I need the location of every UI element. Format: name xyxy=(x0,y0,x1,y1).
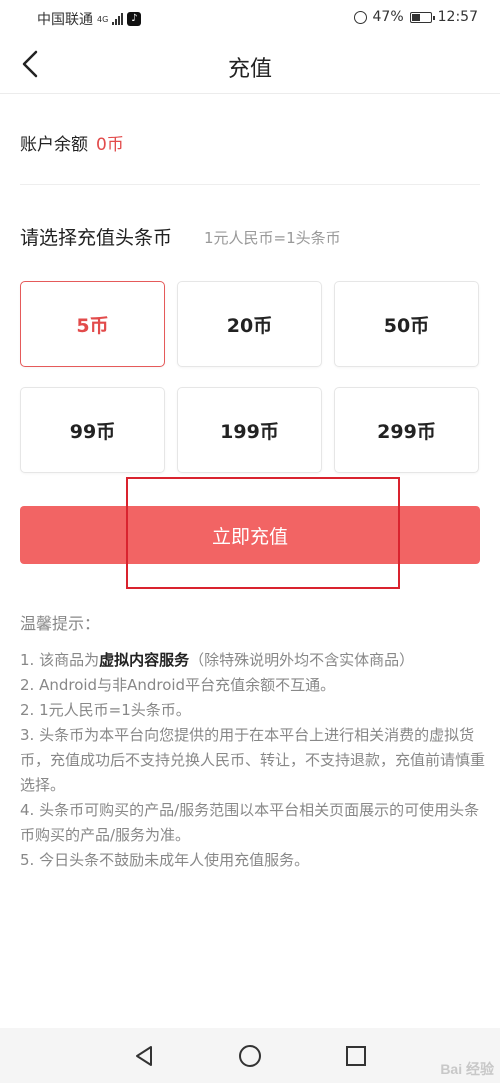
page-title: 充值 xyxy=(227,57,272,82)
status-right: 47% 12:57 xyxy=(353,9,478,25)
amount-option-5[interactable]: 5币 xyxy=(20,281,165,367)
tiktok-icon: ♪ xyxy=(127,12,142,26)
tip-line1-prefix: 1. 该商品为 xyxy=(20,651,100,669)
exchange-rate: 1元人民币=1头条币 xyxy=(204,229,341,247)
tip-line3: 2. 1元人民币=1头条币。 xyxy=(20,701,191,719)
tip-line: 1. 该商品为虚拟内容服务（除特殊说明外均不含实体商品） xyxy=(20,648,485,673)
tip-line2: 2. Android与非Android平台充值余额不互通。 xyxy=(20,676,336,694)
balance-label: 账户余额 xyxy=(20,135,88,155)
home-circle-icon[interactable] xyxy=(238,1044,262,1068)
tip-line1-bold: 虚拟内容服务 xyxy=(99,651,190,669)
alarm-icon xyxy=(353,10,367,24)
tips-title: 温馨提示： xyxy=(20,614,101,633)
signal-icon xyxy=(112,13,124,25)
carrier-label: 中国联通 xyxy=(37,12,93,28)
clock: 12:57 xyxy=(437,9,478,25)
battery-percent: 47% xyxy=(372,9,404,25)
amount-options: 5币 20币 50币 99币 199币 299币 xyxy=(20,281,480,473)
recents-square-icon[interactable] xyxy=(344,1044,368,1068)
recharge-now-button[interactable]: 立即充值 xyxy=(20,506,480,564)
amount-option-199[interactable]: 199币 xyxy=(177,387,322,473)
tip-line6: 5. 今日头条不鼓励未成年人使用充值服务。 xyxy=(20,851,310,869)
tips-section: 温馨提示： 1. 该商品为虚拟内容服务（除特殊说明外均不含实体商品） 2. An… xyxy=(20,610,485,873)
divider xyxy=(20,184,480,185)
status-left: 中国联通 4G ♪ xyxy=(37,9,142,29)
watermark-logo: Bai 经验 xyxy=(440,1061,494,1077)
tip-line1-suffix: （除特殊说明外均不含实体商品） xyxy=(189,651,415,669)
tip-line4: 3. 头条币为本平台向您提供的用于在本平台上进行相关消费的虚拟货币，充值成功后不… xyxy=(20,726,486,794)
back-triangle-icon[interactable] xyxy=(132,1044,156,1068)
tip-line5: 4. 头条币可购买的产品/服务范围以本平台相关页面展示的可使用头条币购买的产品/… xyxy=(20,801,480,844)
amount-option-99[interactable]: 99币 xyxy=(20,387,165,473)
amount-option-299[interactable]: 299币 xyxy=(334,387,479,473)
balance-row: 账户余额 0币 xyxy=(20,130,124,155)
section-title: 请选择充值头条币 xyxy=(20,227,173,249)
battery-icon xyxy=(409,11,435,23)
amount-option-50[interactable]: 50币 xyxy=(334,281,479,367)
system-nav-bar: Bai 经验 xyxy=(0,1028,500,1083)
status-bar: 中国联通 4G ♪ 47% 12:57 xyxy=(0,0,500,34)
nav-bar: 充值 xyxy=(0,34,500,94)
network-type: 4G xyxy=(97,14,109,24)
amount-option-20[interactable]: 20币 xyxy=(177,281,322,367)
balance-amount: 0币 xyxy=(96,135,124,155)
